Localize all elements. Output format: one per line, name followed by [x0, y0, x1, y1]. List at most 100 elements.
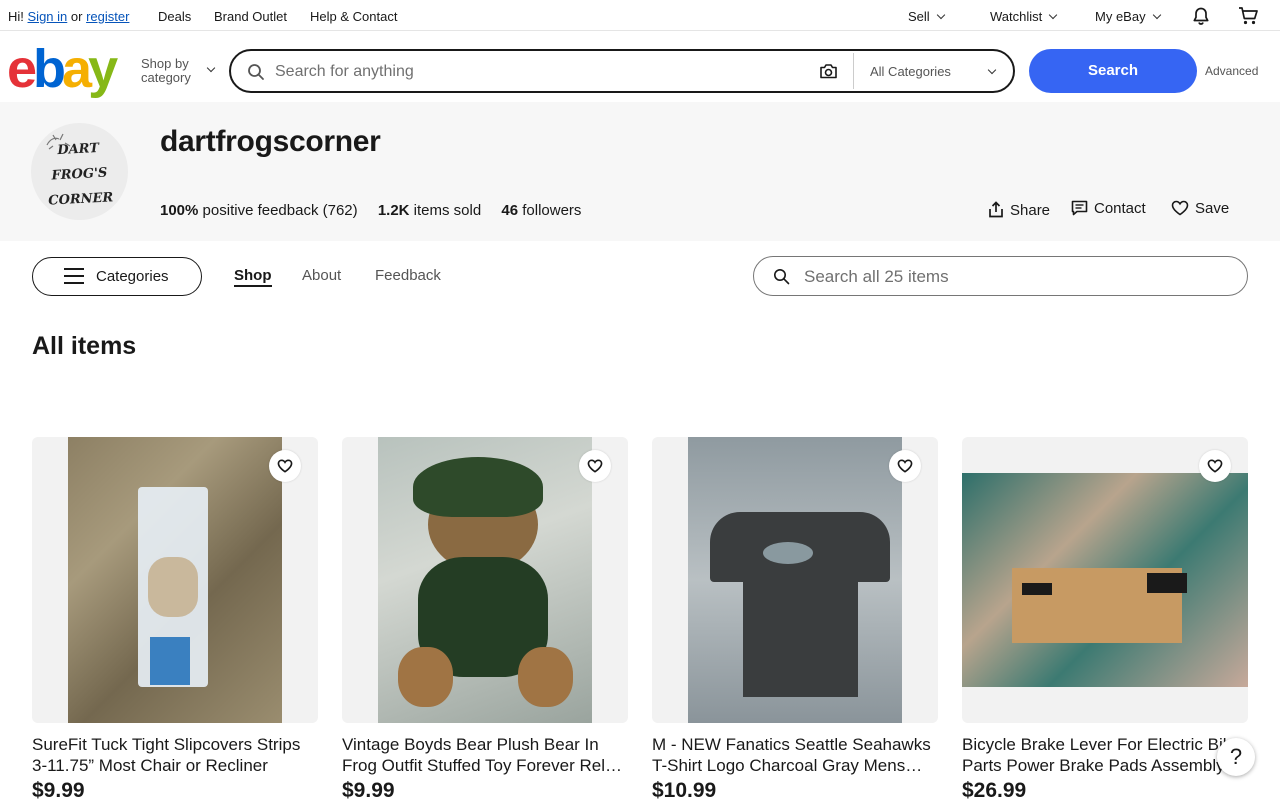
search-input[interactable] [275, 61, 795, 83]
my-ebay-label: My eBay [1095, 9, 1146, 24]
logo-letter-e: e [7, 39, 37, 99]
watch-heart-button[interactable] [889, 450, 921, 482]
followers-label: followers [522, 202, 582, 219]
chevron-down-icon [936, 10, 945, 20]
product-price: $26.99 [962, 779, 1027, 800]
heart-icon [587, 459, 603, 473]
store-search-bar [753, 256, 1248, 296]
product-title[interactable]: SureFit Tuck Tight Slipcovers Strips 3-1… [32, 734, 318, 776]
product-price: $9.99 [342, 779, 395, 800]
product-photo [688, 437, 902, 723]
save-label: Save [1195, 200, 1230, 217]
product-image[interactable] [342, 437, 628, 723]
store-avatar: DART FROG'S CORNER [31, 123, 128, 220]
product-card[interactable]: M - NEW Fanatics Seattle Seahawks T-Shir… [652, 437, 938, 800]
sold-value: 1.2K [377, 202, 410, 219]
categories-button[interactable]: Categories [32, 257, 202, 296]
cart-icon[interactable] [1238, 6, 1259, 26]
followers-value: 46 [501, 202, 519, 219]
store-stats: 100% positive feedback (762) 1.2K items … [160, 202, 597, 219]
camera-icon[interactable] [819, 63, 838, 80]
watchlist-menu[interactable]: Watchlist [990, 9, 1058, 24]
share-button[interactable]: Share [988, 201, 1050, 219]
heart-icon [1207, 459, 1223, 473]
product-title[interactable]: M - NEW Fanatics Seattle Seahawks T-Shir… [652, 734, 938, 776]
product-image[interactable] [652, 437, 938, 723]
my-ebay-menu[interactable]: My eBay [1095, 9, 1161, 24]
help-contact-link[interactable]: Help & Contact [310, 9, 397, 24]
logo-letter-a: a [62, 39, 92, 99]
tab-feedback[interactable]: Feedback [375, 267, 441, 284]
tab-about[interactable]: About [302, 267, 341, 284]
search-icon [248, 64, 264, 80]
top-bar: Hi! Sign in or register Deals Brand Outl… [0, 0, 1280, 31]
category-select[interactable]: All Categories [853, 53, 1013, 89]
deals-link[interactable]: Deals [158, 9, 191, 24]
product-title[interactable]: Bicycle Brake Lever For Electric Bike Pa… [962, 734, 1248, 776]
product-image[interactable] [962, 437, 1248, 723]
share-icon [989, 201, 1003, 218]
share-label: Share [1010, 202, 1051, 219]
register-link[interactable]: register [86, 9, 129, 24]
feedback-label: positive feedback (762) [202, 202, 358, 219]
feedback-stat[interactable]: 100% positive feedback (762) [160, 202, 358, 219]
sign-in-link[interactable]: Sign in [28, 9, 68, 24]
greeting-area: Hi! Sign in or register [8, 9, 129, 24]
shop-by-line1: Shop by [141, 56, 189, 71]
product-price: $9.99 [32, 779, 85, 800]
chevron-down-icon [206, 63, 216, 73]
chevron-down-icon [1152, 10, 1161, 20]
store-header: DART FROG'S CORNER dartfrogscorner 100% … [0, 102, 1280, 241]
hamburger-menu-icon [64, 268, 84, 284]
watch-heart-button[interactable] [1199, 450, 1231, 482]
brand-outlet-link[interactable]: Brand Outlet [214, 9, 287, 24]
sold-stat: 1.2K items sold [378, 202, 481, 219]
sell-menu[interactable]: Sell [908, 9, 945, 24]
product-card[interactable]: SureFit Tuck Tight Slipcovers Strips 3-1… [32, 437, 318, 800]
sold-label: items sold [413, 202, 482, 219]
categories-label: Categories [96, 268, 169, 285]
search-icon [774, 269, 790, 285]
save-seller-button[interactable]: Save [1171, 200, 1229, 217]
avatar-line-3: CORNER [47, 190, 114, 209]
chevron-down-icon [987, 65, 997, 75]
followers-stat: 46 followers [501, 202, 581, 219]
watch-heart-button[interactable] [579, 450, 611, 482]
product-card[interactable]: Bicycle Brake Lever For Electric Bike Pa… [962, 437, 1248, 800]
help-button[interactable]: ? [1217, 738, 1255, 776]
message-icon [1071, 200, 1088, 216]
shop-by-category-button[interactable]: Shop by category [141, 56, 216, 85]
product-title[interactable]: Vintage Boyds Bear Plush Bear In Frog Ou… [342, 734, 628, 776]
product-photo [962, 473, 1248, 687]
search-button[interactable]: Search [1029, 49, 1197, 93]
store-name: dartfrogscorner [160, 125, 381, 158]
section-title: All items [32, 332, 137, 360]
ebay-logo[interactable]: ebay [7, 39, 118, 99]
bell-icon[interactable] [1191, 6, 1211, 26]
greeting-text: Hi! [8, 9, 24, 24]
product-photo [68, 437, 282, 723]
product-card[interactable]: Vintage Boyds Bear Plush Bear In Frog Ou… [342, 437, 628, 800]
avatar-text: DART FROG'S CORNER [31, 135, 128, 215]
contact-label: Contact [1094, 200, 1146, 217]
feedback-value: 100% [160, 202, 199, 219]
store-search-input[interactable] [804, 266, 1224, 288]
product-photo [378, 437, 592, 723]
contact-button[interactable]: Contact [1071, 200, 1146, 217]
heart-icon [1171, 200, 1189, 216]
or-text: or [70, 9, 83, 24]
product-image[interactable] [32, 437, 318, 723]
product-price: $10.99 [652, 779, 717, 800]
logo-letter-y: y [88, 39, 118, 99]
heart-icon [897, 459, 913, 473]
watch-heart-button[interactable] [269, 450, 301, 482]
heart-icon [277, 459, 293, 473]
advanced-search-link[interactable]: Advanced [1205, 64, 1258, 78]
shop-by-line2: category [141, 70, 191, 85]
category-select-value: All Categories [870, 64, 951, 79]
search-bar: All Categories [229, 49, 1015, 93]
sell-label: Sell [908, 9, 930, 24]
tab-shop[interactable]: Shop [234, 267, 272, 287]
logo-letter-b: b [33, 39, 66, 99]
watchlist-label: Watchlist [990, 9, 1043, 24]
